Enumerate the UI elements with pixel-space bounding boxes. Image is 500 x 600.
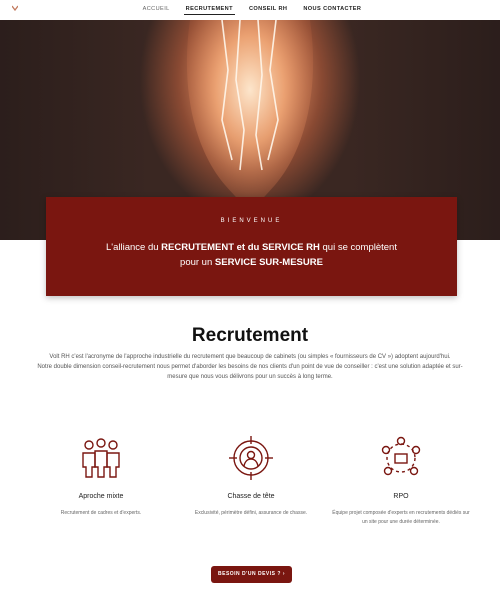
- welcome-banner: BIENVENUE L'alliance du RECRUTEMENT et d…: [46, 197, 457, 296]
- feature-text: Équipe projet composée d'experts en recr…: [332, 510, 470, 525]
- tagline-highlight: SERVICE SUR-MESURE: [214, 257, 323, 268]
- quote-request-button[interactable]: BESOIN D'UN DEVIS ? ›: [211, 566, 292, 583]
- intro-paragraph: Notre double dimension conseil-recruteme…: [37, 364, 463, 380]
- network-icon: [381, 436, 421, 476]
- top-nav: Accueil Recrutement Conseil RH Nous cont…: [0, 0, 500, 20]
- banner-tagline: L'alliance du RECRUTEMENT et du SERVICE …: [46, 240, 457, 270]
- nav-item-nous-contacter[interactable]: Nous contacter: [301, 6, 363, 15]
- chevron-right-icon: ›: [282, 571, 285, 577]
- feature-title: Aproche mixte: [78, 493, 124, 500]
- nav-menu: Accueil Recrutement Conseil RH Nous cont…: [0, 6, 500, 15]
- target-person-icon: [229, 436, 273, 480]
- intro-paragraph: Volt RH c'est l'acronyme de l'approche i…: [49, 354, 451, 360]
- nav-item-conseil-rh[interactable]: Conseil RH: [247, 6, 289, 15]
- tagline-highlight: RECRUTEMENT et du SERVICE RH: [161, 242, 320, 253]
- tagline-text: qui se complètent: [319, 242, 397, 253]
- feature-chasse-de-tete: Chasse de tête Exclusivité, périmètre dé…: [181, 435, 321, 518]
- feature-text: Recrutement de cadres et d'experts.: [60, 510, 142, 516]
- feature-title: Chasse de tête: [227, 493, 275, 500]
- team-icon: [82, 438, 120, 478]
- feature-text: Exclusivité, périmètre défini, assurance…: [194, 510, 308, 516]
- nav-item-accueil[interactable]: Accueil: [141, 6, 172, 15]
- feature-title: RPO: [393, 493, 409, 500]
- features-row: Aproche mixte Recrutement de cadres et d…: [0, 430, 500, 550]
- feature-rpo: RPO Équipe projet composée d'experts en …: [331, 435, 471, 527]
- section-intro: Volt RH c'est l'acronyme de l'approche i…: [30, 352, 470, 382]
- quote-request-label: BESOIN D'UN DEVIS ?: [218, 571, 281, 577]
- feature-aproche-mixte: Aproche mixte Recrutement de cadres et d…: [31, 435, 171, 518]
- section-title: Recrutement: [191, 325, 309, 346]
- tagline-text: L'alliance du: [106, 242, 162, 253]
- tagline-text: pour un: [180, 257, 215, 268]
- banner-eyebrow: BIENVENUE: [220, 218, 283, 224]
- nav-item-recrutement[interactable]: Recrutement: [183, 6, 235, 15]
